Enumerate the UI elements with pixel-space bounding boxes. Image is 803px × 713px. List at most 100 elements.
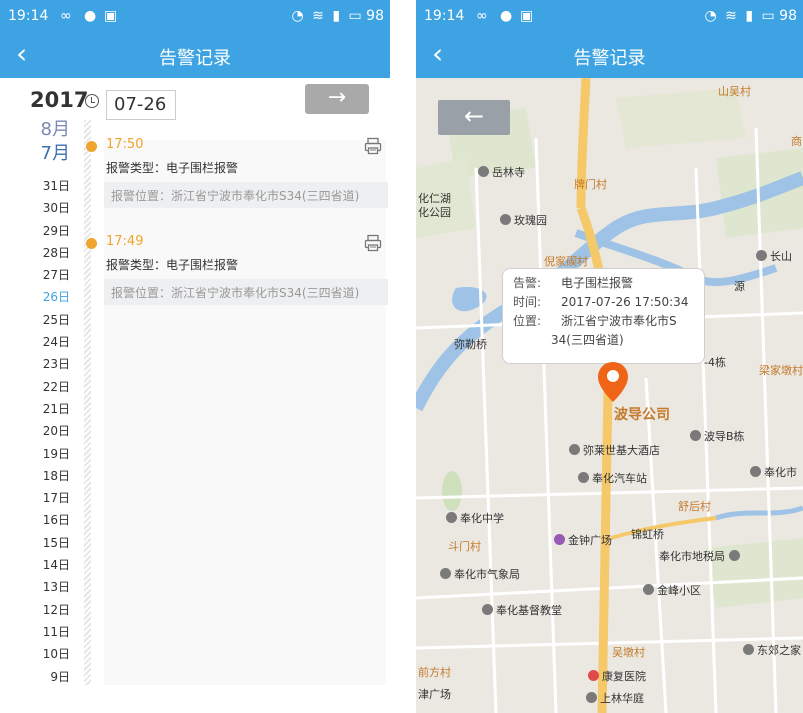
map-label: 弥莱世基大酒店 (569, 442, 660, 458)
image-icon: ▣ (104, 8, 118, 24)
government-icon (440, 568, 451, 579)
alarm-location: 报警位置：浙江省宁波市奉化市S34(三四省道) (104, 182, 388, 208)
government-icon (728, 550, 740, 561)
building-icon (743, 644, 754, 655)
status-time: 19:14 (424, 8, 465, 24)
map-label: 东郊之家 (743, 642, 801, 658)
timeline-dot (86, 141, 97, 152)
map-label: 津广场 (418, 688, 451, 701)
day-item[interactable]: 18日 (0, 465, 70, 487)
battery-icon: ▭ (761, 8, 775, 24)
popup-time-key: 时间: (513, 295, 542, 309)
popup-alarm-key: 告警: (513, 276, 542, 290)
day-item[interactable]: 29日 (0, 220, 70, 242)
day-item[interactable]: 13日 (0, 576, 70, 598)
location-pin-icon[interactable] (596, 360, 630, 404)
alarm-clock-icon: ◔ (704, 8, 717, 24)
printer-icon[interactable] (364, 234, 382, 252)
map-label: 奉化市 (750, 464, 797, 480)
building-icon (756, 250, 767, 261)
day-item[interactable]: 10日 (0, 643, 70, 665)
date-field[interactable]: 07-26 (106, 90, 176, 120)
alarm-entry[interactable]: 17:50 报警类型：电子围栏报警 报警位置：浙江省宁波市奉化市S34(三四省道… (86, 137, 388, 212)
map-label: 锦虹桥 (631, 528, 664, 541)
map-label: -4栋 (704, 356, 726, 369)
map-label: 波导B栋 (690, 428, 745, 444)
day-item[interactable]: 15日 (0, 532, 70, 554)
alarm-location: 报警位置：浙江省宁波市奉化市S34(三四省道) (104, 279, 388, 305)
month-item[interactable]: 8月 (0, 118, 70, 142)
alarm-clock-icon: ◔ (291, 8, 304, 24)
day-item[interactable]: 25日 (0, 309, 70, 331)
map-label: 奉化基督教堂 (482, 602, 562, 618)
map-label: 奉化汽车站 (578, 470, 647, 486)
timeline-dot (86, 238, 97, 249)
building-icon (586, 692, 597, 703)
alarm-time: 17:49 (106, 234, 144, 249)
map-label: 玫瑰园 (500, 212, 547, 228)
day-item[interactable]: 23日 (0, 353, 70, 375)
hotel-icon (569, 444, 580, 455)
map-label: 商 (791, 135, 802, 148)
month-item[interactable]: 7月 (0, 142, 70, 166)
map-label: 源 (734, 280, 745, 293)
day-item[interactable]: 12日 (0, 599, 70, 621)
map-view[interactable]: 山吴村 商 岳林寺 牌门村 化仁湖 化公园 玫瑰园 倪家碶村 长山 源 弥勒桥 … (416, 78, 803, 713)
title-bar: ‹ 告警记录 (0, 32, 390, 78)
map-label: 舒后村 (678, 500, 711, 513)
alarm-entry[interactable]: 17:49 报警类型：电子围栏报警 报警位置：浙江省宁波市奉化市S34(三四省道… (86, 234, 388, 309)
chat-icon: ● (500, 8, 513, 24)
map-back-button[interactable]: ← (438, 100, 510, 135)
year-label: 2017 (30, 88, 89, 112)
day-item-selected[interactable]: 26日 (0, 286, 70, 308)
map-label: 康复医院 (588, 668, 646, 684)
battery-level: 98 (366, 8, 384, 24)
building-icon (690, 430, 701, 441)
month-list: 8月 7月 (0, 118, 70, 166)
alarm-list-pane (104, 140, 386, 685)
chat-icon: ● (84, 8, 97, 24)
page-title: 告警记录 (159, 48, 231, 69)
day-item[interactable]: 20日 (0, 420, 70, 442)
temple-icon (478, 166, 489, 177)
next-arrow-button[interactable]: → (305, 84, 369, 114)
infinity-icon: ∞ (60, 8, 72, 24)
map-label: 化公园 (418, 206, 451, 219)
popup-location-value-2: 34(三四省道) (551, 333, 624, 347)
day-item[interactable]: 11日 (0, 621, 70, 643)
alarm-list-screen: 19:14 ∞ ● ▣ ◔ ≋ ▮ ▭ 98 ‹ 告警记录 2017 07-26… (0, 0, 390, 713)
building-icon (643, 584, 654, 595)
popup-location-key: 位置: (513, 314, 542, 328)
signal-icon: ▮ (332, 8, 341, 24)
alarm-info-popup: 告警: 电子围栏报警 时间: 2017-07-26 17:50:34 位置: 浙江省宁… (502, 268, 705, 364)
day-item[interactable]: 24日 (0, 331, 70, 353)
map-label-company: 波导公司 (614, 407, 670, 423)
signal-icon: ▮ (745, 8, 754, 24)
day-item[interactable]: 21日 (0, 398, 70, 420)
clock-icon (85, 94, 99, 108)
day-item[interactable]: 31日 (0, 175, 70, 197)
infinity-icon: ∞ (476, 8, 488, 24)
hospital-icon (588, 670, 599, 681)
day-item[interactable]: 19日 (0, 443, 70, 465)
wifi-icon: ≋ (725, 8, 737, 24)
map-label: 前方村 (418, 666, 451, 679)
day-item[interactable]: 16日 (0, 509, 70, 531)
screen-gap (390, 0, 416, 713)
church-icon (482, 604, 493, 615)
day-item[interactable]: 9日 (0, 666, 70, 688)
day-item[interactable]: 14日 (0, 554, 70, 576)
day-item[interactable]: 17日 (0, 487, 70, 509)
day-item[interactable]: 27日 (0, 264, 70, 286)
alarm-time: 17:50 (106, 137, 144, 152)
day-item[interactable]: 28日 (0, 242, 70, 264)
map-label: 吴墩村 (612, 646, 645, 659)
map-label: 岳林寺 (478, 164, 525, 180)
day-item[interactable]: 30日 (0, 197, 70, 219)
printer-icon[interactable] (364, 137, 382, 155)
day-item[interactable]: 22日 (0, 376, 70, 398)
map-label: 金钟广场 (554, 532, 612, 548)
map-label: 奉化市地税局 (659, 548, 743, 564)
map-label: 牌门村 (574, 178, 607, 191)
bus-icon (578, 472, 589, 483)
